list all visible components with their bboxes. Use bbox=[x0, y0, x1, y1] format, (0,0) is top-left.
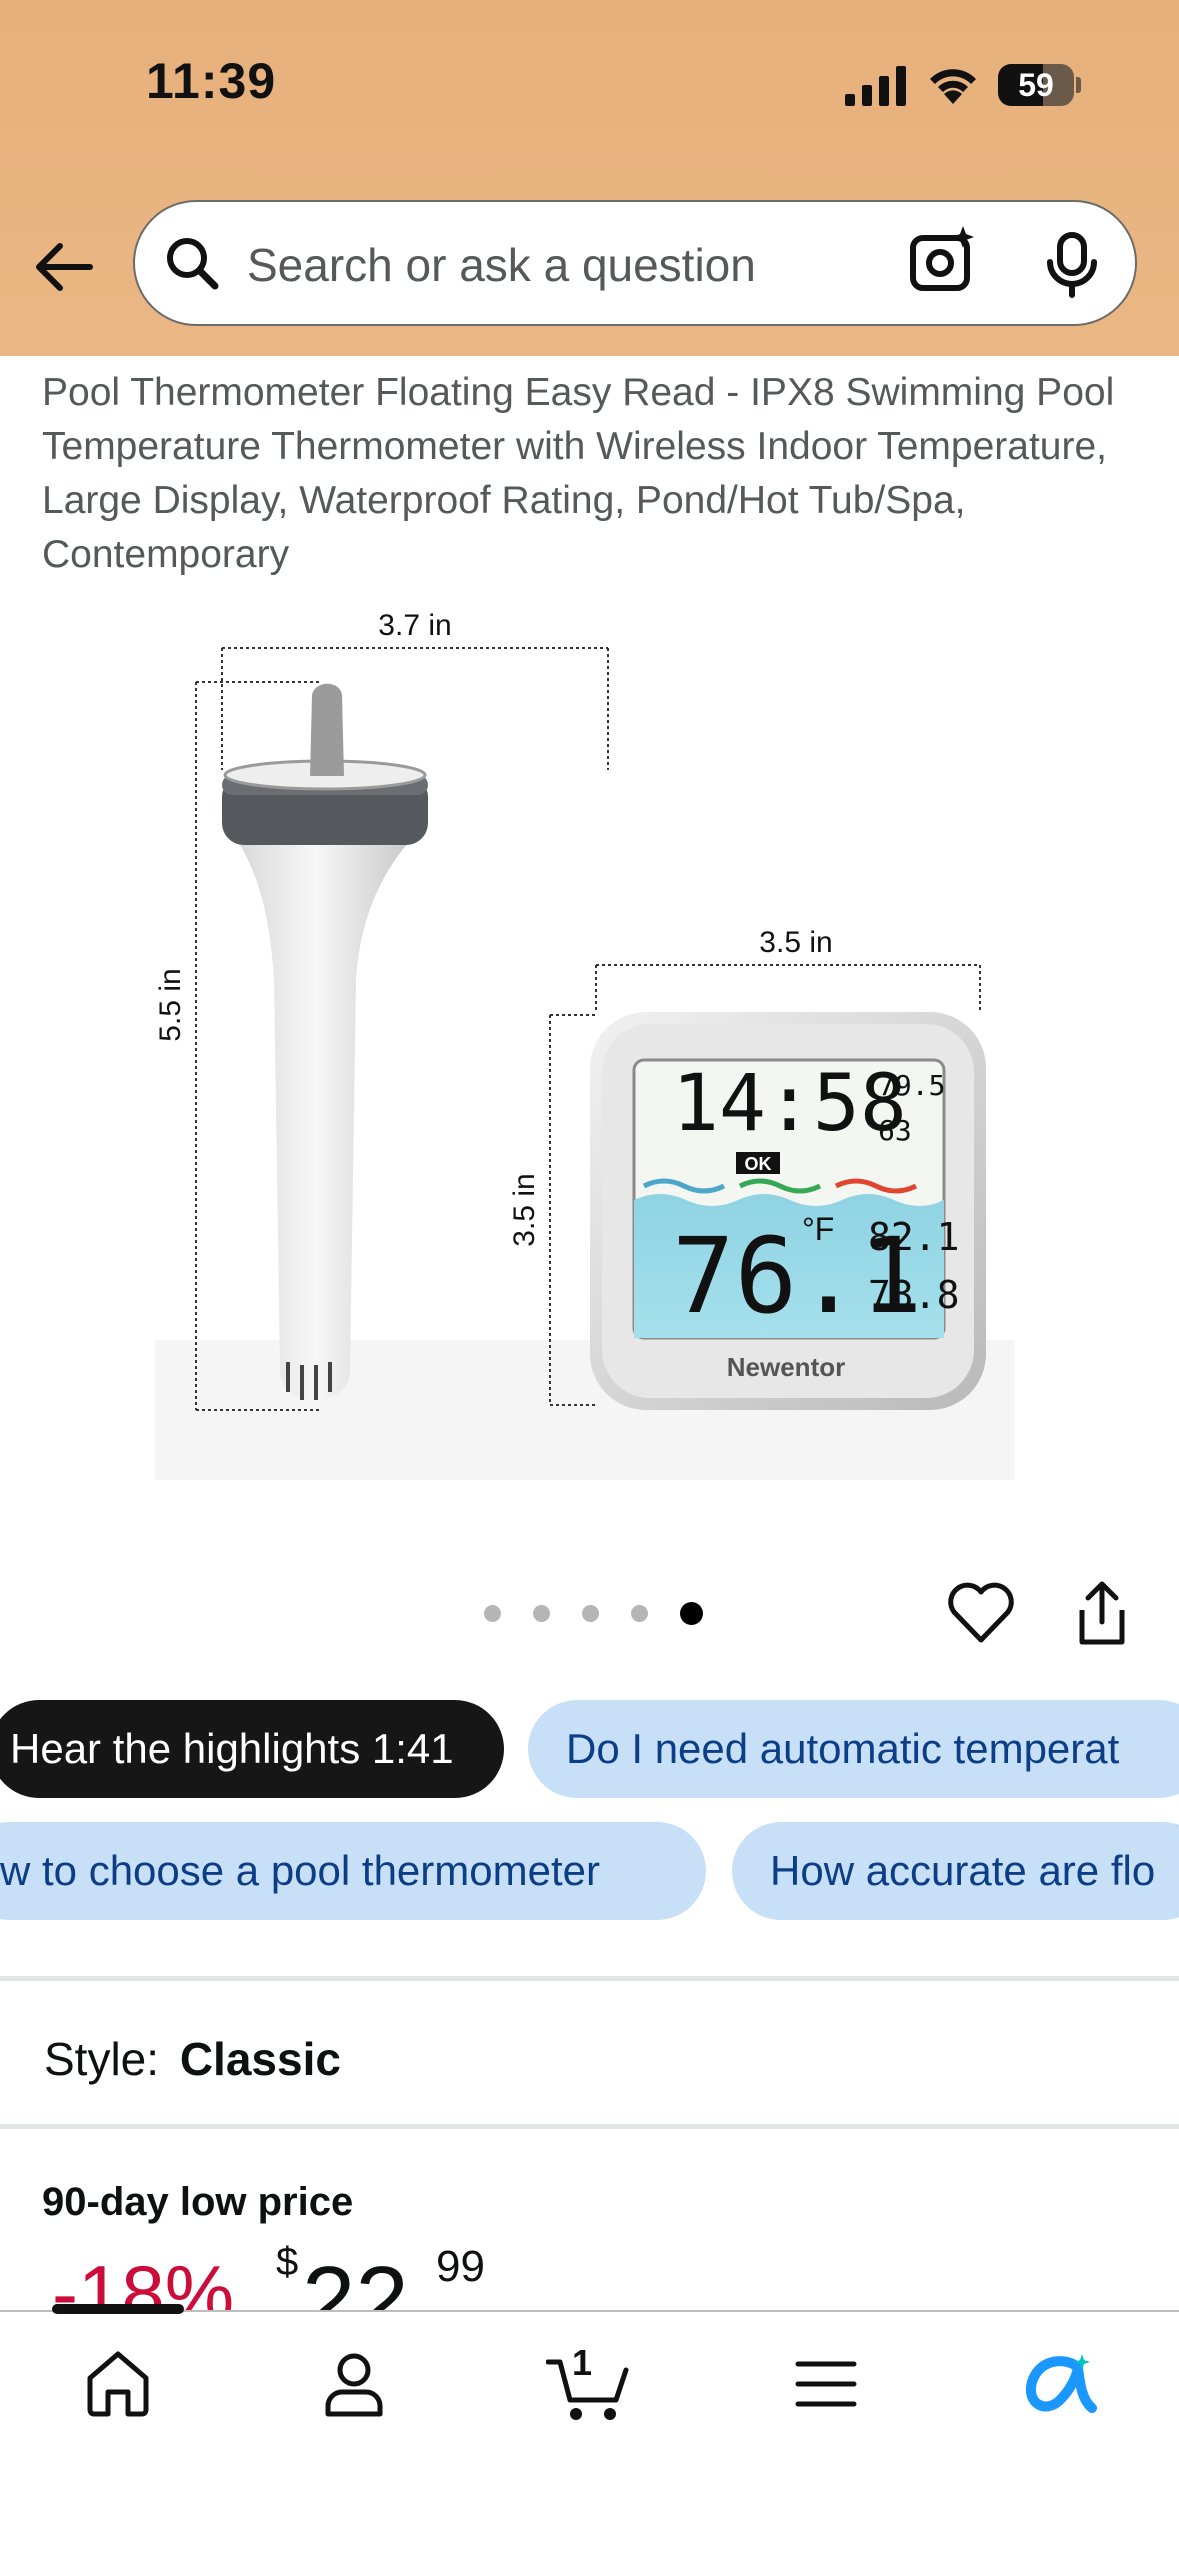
display-unit: 14:58 79.5 63 OK 76.1 °F 82.1 73.8 Newen… bbox=[590, 1012, 986, 1410]
camera-lens-icon[interactable] bbox=[907, 224, 979, 296]
app-header: 11:39 59 Search or ask a question bbox=[0, 0, 1179, 356]
pager-dot[interactable] bbox=[582, 1605, 599, 1622]
display-max: 82.1 bbox=[868, 1215, 960, 1259]
cart-button[interactable]: 1 bbox=[546, 2342, 630, 2424]
heart-icon[interactable] bbox=[946, 1580, 1016, 1646]
divider bbox=[0, 1976, 1179, 1981]
wifi-icon bbox=[930, 69, 976, 104]
floating-sensor bbox=[222, 683, 428, 1400]
image-pager[interactable] bbox=[484, 1602, 703, 1625]
pager-dot[interactable] bbox=[484, 1605, 501, 1622]
discount-percent: -18% bbox=[52, 2249, 235, 2310]
cart-icon bbox=[546, 2359, 629, 2420]
float-width-label: 3.7 in bbox=[378, 609, 451, 642]
product-title[interactable]: Pool Thermometer Floating Easy Read - IP… bbox=[42, 366, 1152, 582]
deal-label: 90-day low price bbox=[42, 2180, 354, 2224]
float-height-label: 5.5 in bbox=[154, 968, 187, 1041]
display-indoor-temp: 79.5 bbox=[878, 1069, 945, 1102]
display-unit-label: °F bbox=[802, 1211, 834, 1247]
brand-label: Newentor bbox=[727, 1352, 845, 1382]
price-currency: $ bbox=[276, 2240, 299, 2284]
pager-dot-active[interactable] bbox=[680, 1602, 703, 1625]
question-chip[interactable]: Do I need automatic temperat bbox=[528, 1700, 1179, 1798]
battery-percent: 59 bbox=[1018, 67, 1054, 103]
microphone-icon[interactable] bbox=[1045, 232, 1099, 298]
price-fraction: 99 bbox=[436, 2242, 485, 2291]
product-image[interactable]: 3.7 in 5.5 in 14:58 79.5 63 OK 76.1 °F 8… bbox=[150, 600, 1030, 1480]
cellular-signal-icon bbox=[845, 66, 906, 106]
search-input[interactable]: Search or ask a question bbox=[247, 238, 756, 292]
question-chip[interactable]: How accurate are flo bbox=[732, 1822, 1179, 1920]
display-time: 14:58 bbox=[672, 1059, 907, 1149]
search-icon bbox=[167, 238, 219, 290]
display-width-label: 3.5 in bbox=[759, 926, 832, 959]
hear-highlights-chip[interactable]: Hear the highlights 1:41 bbox=[0, 1700, 504, 1798]
battery-cap bbox=[1076, 77, 1081, 93]
style-value: Classic bbox=[179, 2033, 341, 2085]
menu-icon[interactable] bbox=[790, 2348, 862, 2420]
display-min: 73.8 bbox=[868, 1273, 960, 1317]
account-icon[interactable] bbox=[318, 2348, 390, 2420]
pager-dot[interactable] bbox=[533, 1605, 550, 1622]
rufus-icon[interactable] bbox=[1020, 2348, 1098, 2420]
price-row: -18% $ 22 99 bbox=[52, 2240, 652, 2310]
display-height-label: 3.5 in bbox=[508, 1173, 541, 1246]
battery-icon: 59 bbox=[998, 64, 1074, 106]
price-whole: 22 bbox=[302, 2247, 409, 2310]
display-ok: OK bbox=[745, 1154, 772, 1174]
style-selector[interactable]: Style: Classic bbox=[44, 2032, 341, 2086]
back-arrow-icon[interactable] bbox=[30, 232, 100, 302]
search-bar[interactable]: Search or ask a question bbox=[133, 200, 1137, 326]
display-humidity: 63 bbox=[878, 1114, 912, 1147]
question-chip[interactable]: w to choose a pool thermometer bbox=[0, 1822, 706, 1920]
home-icon[interactable] bbox=[82, 2348, 154, 2420]
style-label: Style: bbox=[44, 2033, 160, 2085]
float-dimensions: 3.7 in 5.5 in bbox=[154, 609, 609, 1411]
bottom-nav: 1 bbox=[0, 2304, 1179, 2558]
status-time: 11:39 bbox=[146, 53, 277, 109]
divider bbox=[0, 2124, 1179, 2129]
share-icon[interactable] bbox=[1070, 1578, 1134, 1648]
nav-active-indicator bbox=[52, 2304, 184, 2314]
pager-dot[interactable] bbox=[631, 1605, 648, 1622]
